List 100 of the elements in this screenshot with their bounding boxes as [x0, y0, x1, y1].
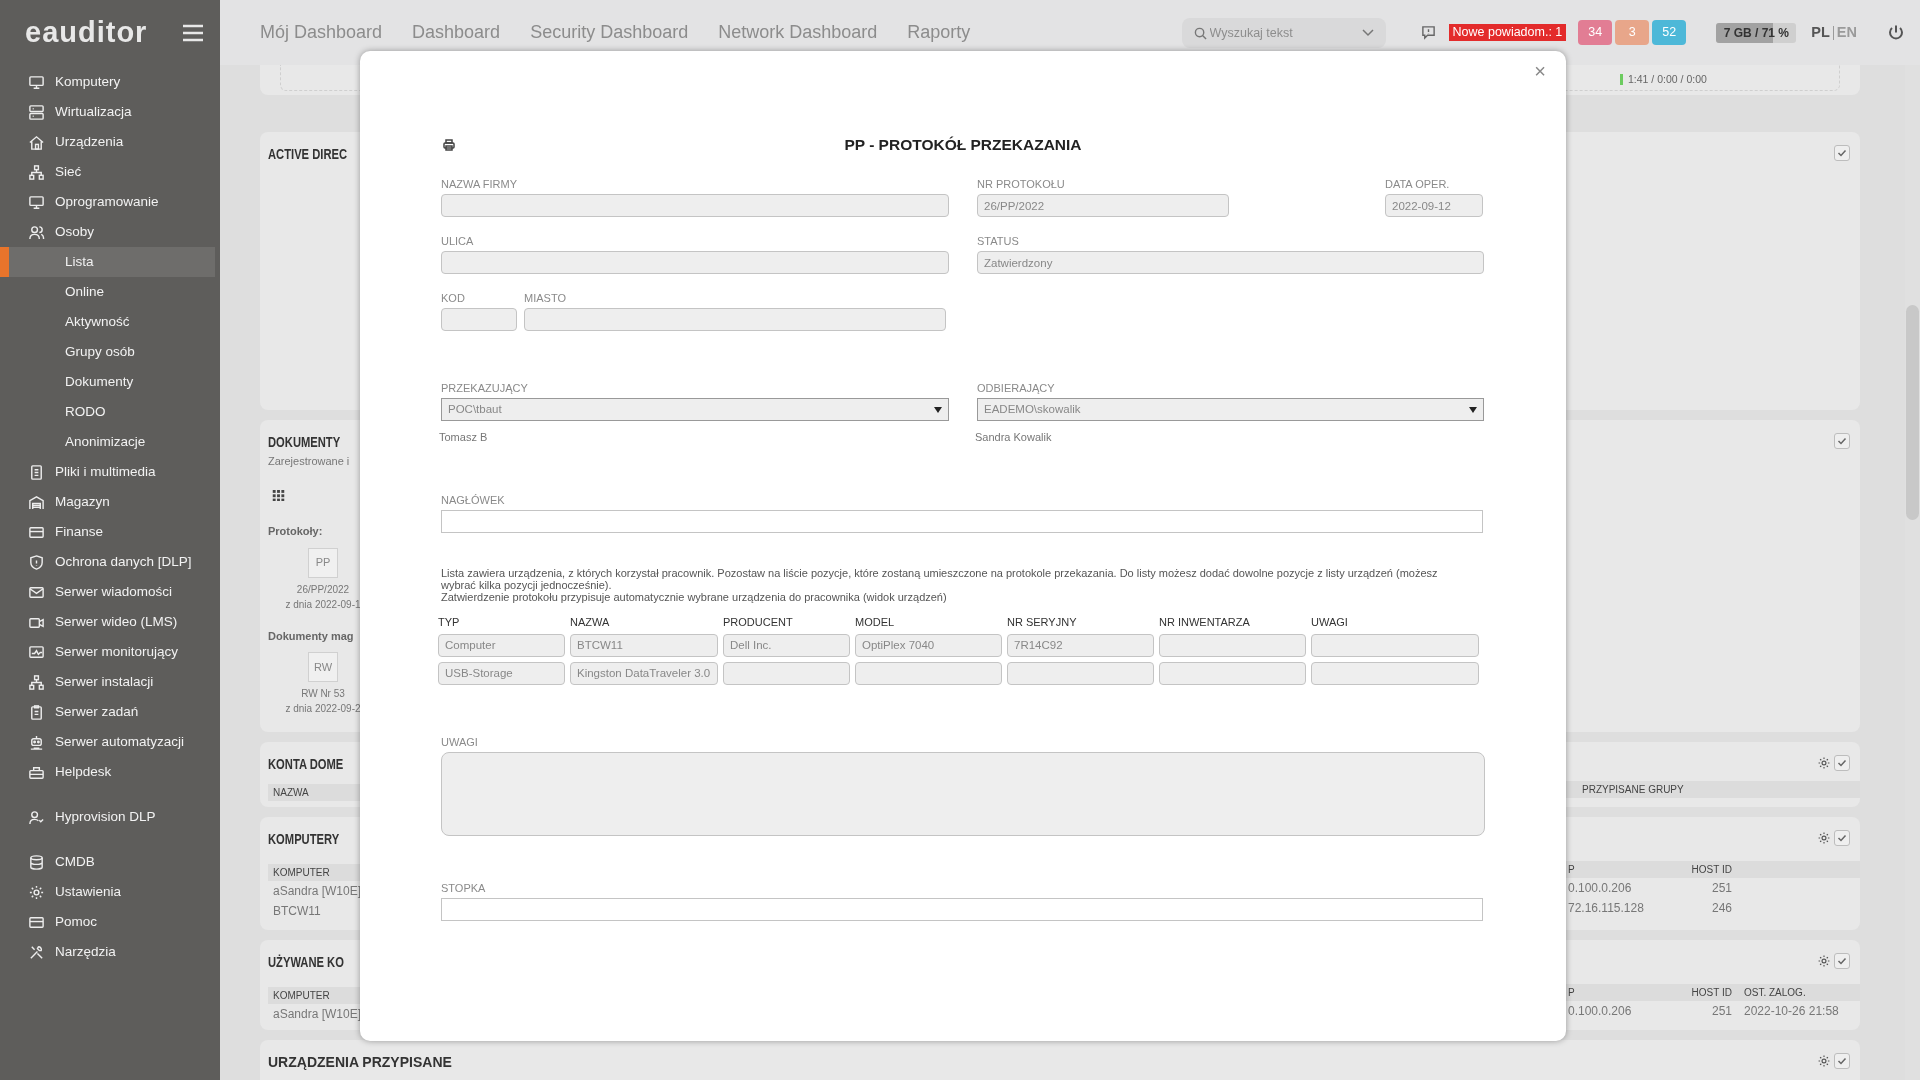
settings-icon[interactable] [1817, 1054, 1831, 1068]
sidebar-subitem[interactable]: Aktywność [0, 307, 215, 337]
table-cell-field[interactable]: USB-Storage [438, 661, 565, 685]
column-header: NAZWA [570, 614, 611, 629]
document-tile[interactable]: PP [308, 547, 338, 578]
table-cell-field[interactable]: 7R14C92 [1007, 633, 1154, 657]
table-cell-field[interactable] [1311, 633, 1479, 657]
sidebar-subitem[interactable]: Lista [0, 247, 215, 277]
person-name: Tomasz B [439, 430, 489, 445]
collapse-button[interactable] [1834, 433, 1850, 449]
sidebar-item[interactable]: Serwer wideo (LMS) [0, 607, 220, 637]
table-cell-field[interactable] [1007, 661, 1154, 685]
table-cell-text: 0.100.0.206 [1567, 880, 1633, 897]
table-cell-field[interactable] [1159, 633, 1306, 657]
column-header: KOMPUTER [273, 866, 330, 880]
sidebar-item[interactable]: Sieć [0, 157, 220, 187]
table-cell-field[interactable] [855, 661, 1002, 685]
field-label: NAZWA FIRMY [441, 177, 518, 191]
sidebar-item[interactable]: Wirtualizacja [0, 97, 220, 127]
sidebar-item[interactable]: Serwer automatyzacji [0, 727, 220, 757]
sidebar-item[interactable]: Serwer instalacji [0, 667, 220, 697]
table-cell-field[interactable]: Computer [438, 633, 565, 657]
sidebar-item[interactable]: Serwer wiadomości [0, 577, 220, 607]
sidebar-item[interactable]: Helpdesk [0, 757, 220, 787]
card-title: ACTIVE DIREC [268, 145, 348, 164]
sidebar-subitem[interactable]: Anonimizacje [0, 427, 215, 457]
text-area[interactable] [441, 751, 1485, 836]
notification-badge[interactable]: Nowe powiadom.: 1 [1448, 24, 1567, 41]
table-cell-field[interactable] [1159, 661, 1306, 685]
input-field[interactable] [441, 509, 1483, 533]
input-field[interactable] [524, 308, 946, 331]
collapse-button[interactable] [1834, 1053, 1850, 1069]
sidebar-item[interactable]: Narzędzia [0, 937, 220, 967]
table-cell-field[interactable]: Dell Inc. [723, 633, 850, 657]
network-icon [28, 163, 45, 181]
table-cell-field[interactable] [1311, 661, 1479, 685]
input-field[interactable] [441, 251, 949, 274]
input-field[interactable]: Zatwierdzony [977, 251, 1484, 274]
sidebar-item[interactable]: Pomoc [0, 907, 220, 937]
sidebar-item[interactable]: Osoby [0, 217, 220, 247]
user-icon [28, 808, 45, 826]
sidebar-item[interactable]: Serwer zadań [0, 697, 220, 727]
sidebar-item[interactable]: Hyprovision DLP [0, 802, 220, 832]
sidebar-item[interactable]: Magazyn [0, 487, 220, 517]
column-header: MODEL [855, 614, 896, 629]
input-field[interactable] [441, 897, 1483, 921]
dropdown[interactable]: POC\tbaut [441, 398, 949, 421]
column-header: PRZYPISANE GRUPY [1581, 783, 1684, 797]
sidebar-subitem[interactable]: Grupy osób [0, 337, 215, 367]
document-tile[interactable]: RW [308, 652, 338, 682]
sidebar-item[interactable]: Komputery [0, 67, 220, 97]
message-icon[interactable] [1420, 25, 1436, 40]
language-link[interactable]: PL [1811, 21, 1830, 44]
table-cell-field[interactable]: Kingston DataTraveler 3.0 [570, 661, 718, 685]
search-field[interactable]: Wyszukaj tekst [1181, 17, 1386, 48]
menu-icon[interactable] [181, 22, 205, 43]
logo[interactable]: eauditor [25, 10, 148, 55]
sidebar-subitem[interactable]: Dokumenty [0, 367, 215, 397]
column-header: P [1567, 986, 1576, 1000]
sidebar-subitem[interactable]: RODO [0, 397, 215, 427]
clipboard-icon [28, 703, 45, 721]
settings-icon[interactable] [1817, 954, 1831, 968]
printer-icon[interactable] [443, 139, 455, 151]
sidebar-item[interactable]: Pliki i multimedia [0, 457, 220, 487]
settings-icon[interactable] [1817, 756, 1831, 770]
sidebar-item[interactable]: Urządzenia [0, 127, 220, 157]
input-field[interactable] [441, 194, 949, 217]
input-field[interactable] [441, 308, 517, 331]
field-label: PRZEKAZUJĄCY [441, 381, 529, 395]
dropdown[interactable]: EADEMO\skowalik [977, 398, 1484, 421]
document-number: RW Nr 53 [301, 687, 345, 701]
settings-icon[interactable] [1817, 831, 1831, 845]
document-icon [28, 463, 45, 481]
field-label: ODBIERAJĄCY [977, 381, 1056, 395]
close-button[interactable]: × [1534, 56, 1546, 86]
field-label: MIASTO [524, 291, 567, 305]
sidebar-item[interactable]: Finanse [0, 517, 220, 547]
sidebar-item[interactable]: Serwer monitorujący [0, 637, 220, 667]
table-cell-field[interactable] [723, 661, 850, 685]
sidebar-item[interactable]: Oprogramowanie [0, 187, 220, 217]
sidebar-item[interactable]: Ochrona danych [DLP] [0, 547, 220, 577]
collapse-button[interactable] [1834, 953, 1850, 969]
input-field[interactable]: 26/PP/2022 [977, 194, 1229, 217]
sidebar-subitem[interactable]: Online [0, 277, 215, 307]
collapse-button[interactable] [1834, 830, 1850, 846]
collapse-button[interactable] [1834, 755, 1850, 771]
column-header: UWAGI [1311, 614, 1349, 629]
grid-icon [272, 489, 285, 501]
sidebar-item[interactable]: Ustawienia [0, 877, 220, 907]
power-icon[interactable] [1887, 23, 1905, 42]
sidebar-item[interactable]: CMDB [0, 847, 220, 877]
warehouse-icon [28, 493, 45, 511]
collapse-button[interactable] [1834, 145, 1850, 161]
table-cell-field[interactable]: BTCW11 [570, 633, 718, 657]
document-date: z dnia 2022-09-1 [285, 597, 361, 612]
column-header: NR SERYJNY [1007, 614, 1078, 629]
field-label: STOPKA [441, 880, 487, 895]
input-field[interactable]: 2022-09-12 [1385, 194, 1483, 217]
field-label: NR PROTOKOŁU [977, 177, 1066, 191]
table-cell-field[interactable]: OptiPlex 7040 [855, 633, 1002, 657]
